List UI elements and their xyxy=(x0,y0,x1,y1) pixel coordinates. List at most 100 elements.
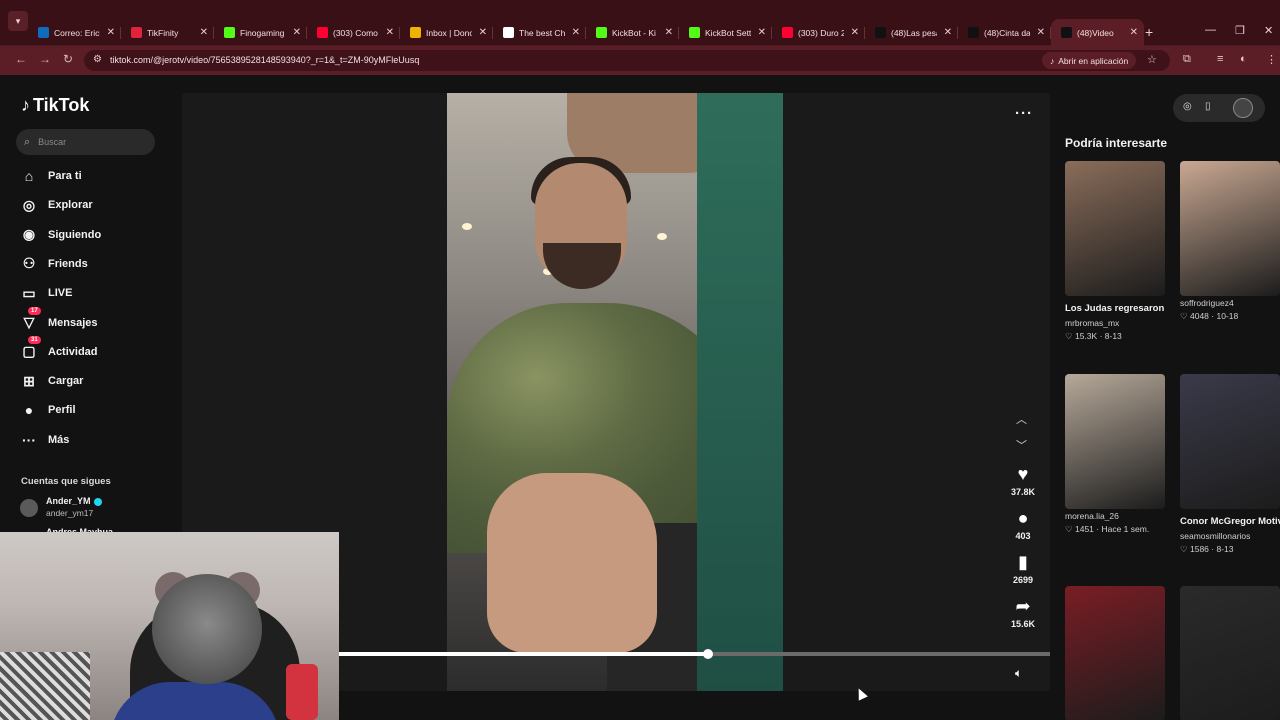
url-text[interactable]: tiktok.com/@jerotv/video/756538952814859… xyxy=(110,55,419,65)
close-tab-icon[interactable]: ✕ xyxy=(944,27,952,38)
video-thumbnail[interactable] xyxy=(1065,586,1165,720)
tab-search-dropdown-icon[interactable]: ▾ xyxy=(8,11,28,31)
card-username[interactable]: soffrodriguez4 xyxy=(1180,298,1280,308)
previous-video-icon[interactable]: ︿ xyxy=(1016,411,1027,427)
save-button[interactable]: ▮ 2699 xyxy=(1004,552,1042,585)
close-tab-icon[interactable]: ✕ xyxy=(758,27,766,38)
back-icon[interactable]: ← xyxy=(15,52,27,66)
sidebar-item-label: Explorar xyxy=(48,199,93,212)
next-video-icon[interactable]: ﹀ xyxy=(1016,437,1027,453)
device-icon[interactable]: ▯ xyxy=(1205,101,1211,112)
reload-icon[interactable]: ↻ xyxy=(63,52,73,66)
video-thumbnail[interactable] xyxy=(1180,161,1280,296)
recommended-video-card[interactable]: Los Judas regresaron #elburr... mrbromas_… xyxy=(1065,161,1165,342)
browser-tab[interactable]: Correo: Erick ✕ xyxy=(28,19,121,46)
restore-icon[interactable]: ❐ xyxy=(1235,24,1245,37)
tab-title: Correo: Erick xyxy=(54,27,100,38)
sidebar-item-para-ti[interactable]: ⌂ Para ti xyxy=(19,165,82,187)
close-tab-icon[interactable]: ✕ xyxy=(386,27,394,38)
card-likes: 4048 xyxy=(1189,311,1209,321)
close-tab-icon[interactable]: ✕ xyxy=(479,27,487,38)
volume-icon[interactable]: 🔈︎ xyxy=(1015,666,1022,681)
kick-icon xyxy=(224,27,235,38)
tiktok-icon xyxy=(875,27,886,38)
sidebar-item-actividad[interactable]: ▢ 31 Actividad xyxy=(19,336,98,363)
video-frame[interactable] xyxy=(447,93,783,691)
close-tab-icon[interactable]: ✕ xyxy=(200,27,208,38)
like-button[interactable]: ♥ 37.8K xyxy=(1004,464,1042,497)
card-username[interactable]: seamosmillonarios xyxy=(1180,531,1280,541)
share-button[interactable]: ➦ 15.6K xyxy=(1004,596,1042,629)
browser-tab-strip: ▾ Correo: Erick ✕ TikFinity ✕ Finogaming ✕ (30… xyxy=(0,0,1280,46)
close-tab-icon[interactable]: ✕ xyxy=(851,27,859,38)
new-tab-icon[interactable]: + xyxy=(1145,24,1153,40)
media-controls-icon[interactable]: ≡ xyxy=(1217,53,1223,65)
browser-tab[interactable]: KickBot Setti ✕ xyxy=(679,19,772,46)
heart-outline-icon: ♡ xyxy=(1065,524,1075,534)
browser-menu-icon[interactable]: ⋮ xyxy=(1266,53,1277,66)
card-title[interactable]: Los Judas regresaron #elburr... xyxy=(1065,301,1165,316)
close-tab-icon[interactable]: ✕ xyxy=(665,27,673,38)
tiktok-page: ♪ TikTok ⌕ Buscar ⌂ Para ti ◎ Explorar ◉ Sigui… xyxy=(0,75,1280,720)
close-tab-icon[interactable]: ✕ xyxy=(293,27,301,38)
youtube-icon xyxy=(317,27,328,38)
extensions-icon[interactable]: ⧉ xyxy=(1183,53,1191,66)
site-info-icon[interactable]: ⚙ xyxy=(93,54,102,65)
card-username[interactable]: mrbromas_mx xyxy=(1065,318,1165,328)
browser-tab[interactable]: The best Ch ✕ xyxy=(493,19,586,46)
sidebar-item-live[interactable]: ▭ LIVE xyxy=(19,282,72,304)
kickbot-icon xyxy=(689,27,700,38)
video-thumbnail[interactable] xyxy=(1065,374,1165,509)
sidebar-item-más[interactable]: ··· Más xyxy=(19,429,69,451)
browser-tab[interactable]: Inbox | Dono ✕ xyxy=(400,19,493,46)
close-tab-icon[interactable]: ✕ xyxy=(1037,27,1045,38)
verified-badge-icon xyxy=(93,497,102,506)
browser-tab[interactable]: (48)Las pesa ✕ xyxy=(865,19,958,46)
open-in-app-button[interactable]: ♪ Abrir en aplicación xyxy=(1042,52,1137,69)
close-tab-icon[interactable]: ✕ xyxy=(107,27,115,38)
browser-tab[interactable]: (48)Video ✕ xyxy=(1051,19,1144,46)
sidebar-item-siguiendo[interactable]: ◉ Siguiendo xyxy=(19,224,101,246)
recommended-video-card[interactable]: Conor McGregor Motivación seamosmillonari… xyxy=(1180,374,1280,555)
sidebar-item-perfil[interactable]: ● Perfil xyxy=(19,399,76,421)
browser-tab[interactable]: (48)Cinta da ✕ xyxy=(958,19,1051,46)
avatar[interactable] xyxy=(1233,98,1253,118)
recommended-video-card[interactable] xyxy=(1180,586,1280,720)
browser-tab[interactable]: (303) Duro 2 ✕ xyxy=(772,19,865,46)
browser-tab[interactable]: KickBot - Ki ✕ xyxy=(586,19,679,46)
browser-tab[interactable]: TikFinity ✕ xyxy=(121,19,214,46)
recommended-video-card[interactable] xyxy=(1065,586,1165,720)
bookmark-star-icon[interactable]: ☆ xyxy=(1147,53,1157,66)
close-window-icon[interactable]: ✕ xyxy=(1264,24,1273,37)
minimize-icon[interactable]: — xyxy=(1205,24,1216,36)
sidebar-item-mensajes[interactable]: ▽ 17 Mensajes xyxy=(19,307,98,334)
video-progress-bar[interactable] xyxy=(338,649,1050,659)
close-tab-icon[interactable]: ✕ xyxy=(572,27,580,38)
video-thumbnail[interactable] xyxy=(1180,586,1280,720)
tab-title: (48)Las pesa xyxy=(891,27,937,38)
close-tab-icon[interactable]: ✕ xyxy=(1130,27,1138,38)
profile-icon: ● xyxy=(24,402,34,419)
sidebar-item-friends[interactable]: ⚇ Friends xyxy=(19,253,88,275)
browser-tab[interactable]: Finogaming ✕ xyxy=(214,19,307,46)
video-thumbnail[interactable] xyxy=(1065,161,1165,296)
card-title[interactable]: Conor McGregor Motivación xyxy=(1180,514,1280,529)
tab-title: Inbox | Dono xyxy=(426,27,472,38)
search-input[interactable]: ⌕ Buscar xyxy=(16,129,155,155)
following-account[interactable]: Ander_YM ander_ym17 xyxy=(20,496,102,518)
sidebar-item-cargar[interactable]: ⊞ Cargar xyxy=(19,370,83,392)
kickbot-icon xyxy=(596,27,607,38)
tiktok-logo[interactable]: ♪ TikTok xyxy=(21,95,89,116)
video-thumbnail[interactable] xyxy=(1180,374,1280,509)
more-options-icon[interactable]: ··· xyxy=(1015,105,1033,122)
card-username[interactable]: morena.lia_26 xyxy=(1065,511,1165,521)
profile-avatar-icon[interactable]: ◐ xyxy=(1240,53,1247,65)
omnibox[interactable]: ⚙ tiktok.com/@jerotv/video/7565389528148… xyxy=(84,50,1170,71)
recommended-video-card[interactable]: morena.lia_26 ♡ 1451 · Hace 1 sem. xyxy=(1065,374,1165,535)
recommended-video-card[interactable]: soffrodriguez4 ♡ 4048 · 10-18 xyxy=(1180,161,1280,322)
compass-icon[interactable]: ◎ xyxy=(1183,101,1192,112)
sidebar-item-explorar[interactable]: ◎ Explorar xyxy=(19,194,93,216)
comment-button[interactable]: ● 403 xyxy=(1004,508,1042,541)
browser-tab[interactable]: (303) Como ✕ xyxy=(307,19,400,46)
forward-icon[interactable]: → xyxy=(39,52,51,66)
